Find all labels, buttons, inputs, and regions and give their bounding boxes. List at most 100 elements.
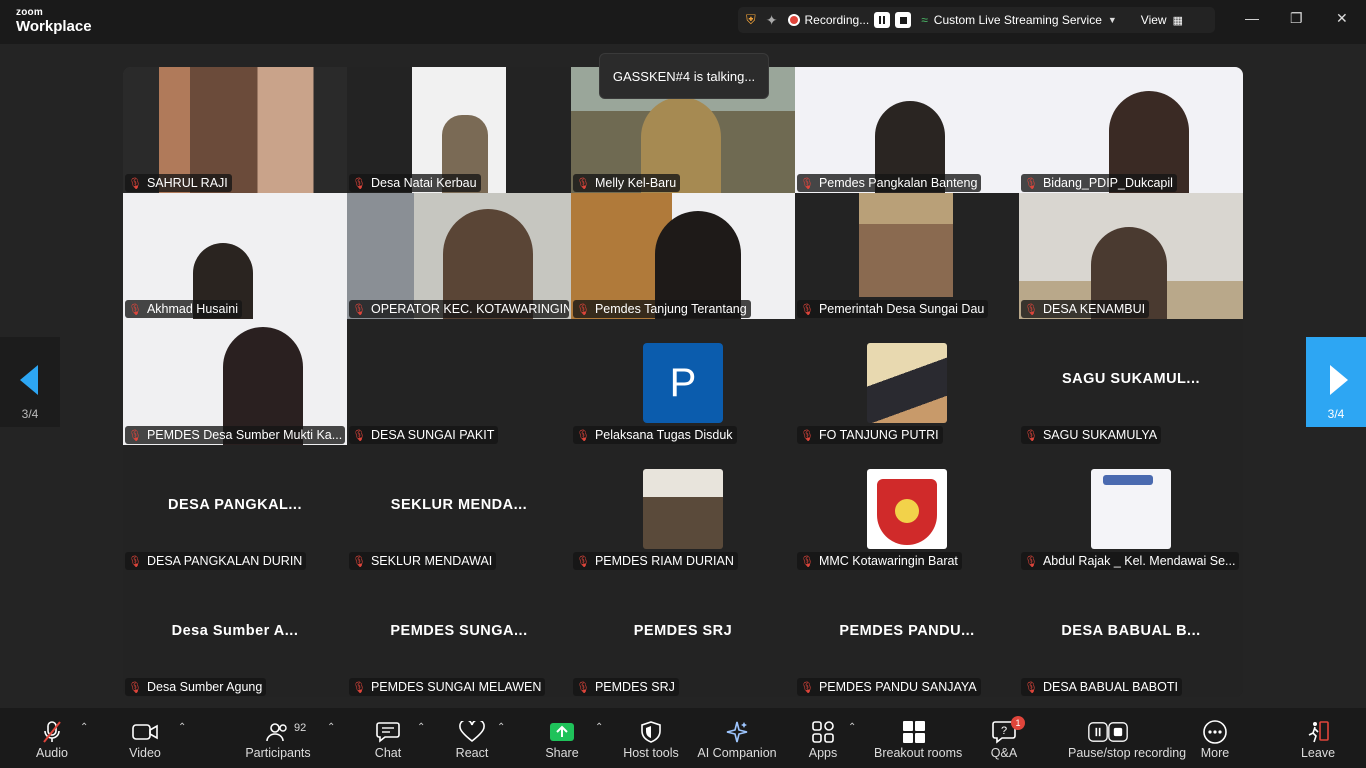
- muted-mic-icon: 🎙: [576, 555, 590, 568]
- more-button[interactable]: More: [1195, 708, 1235, 768]
- participants-options-icon[interactable]: ⌃: [327, 722, 335, 733]
- participants-button[interactable]: Participants: [245, 708, 311, 768]
- share-options-icon[interactable]: ⌃: [595, 722, 603, 733]
- participant-tile[interactable]: 🎙 DESA SUNGAI PAKIT: [347, 319, 571, 445]
- livestream-label[interactable]: Custom Live Streaming Service: [934, 13, 1102, 27]
- apps-icon: [812, 721, 834, 743]
- participant-name: Akhmad Husaini: [146, 302, 238, 316]
- ai-companion-label: AI Companion: [697, 746, 777, 760]
- audio-label: Audio: [36, 746, 68, 760]
- pause-stop-recording-button[interactable]: Pause/stop recording: [1068, 708, 1186, 768]
- participant-name: OPERATOR KEC. KOTAWARINGIN...: [370, 302, 569, 316]
- apps-label: Apps: [808, 746, 838, 760]
- livestream-icon: ≈: [921, 13, 928, 27]
- participant-tile[interactable]: P 🎙 Pelaksana Tugas Disduk: [571, 319, 795, 445]
- host-tools-label: Host tools: [623, 746, 679, 760]
- participant-tile[interactable]: 🎙 FO TANJUNG PUTRI: [795, 319, 1019, 445]
- chat-options-icon[interactable]: ⌃: [417, 722, 425, 733]
- participant-display-name: SEKLUR MENDA...: [390, 497, 528, 513]
- gallery-grid: 🎙 SAHRUL RAJI 🎙 Desa Natai Kerbau 🎙 Melly K…: [123, 67, 1243, 697]
- muted-mic-icon: 🎙: [128, 177, 142, 190]
- participant-tile[interactable]: Desa Sumber A... 🎙 Desa Sumber Agung: [123, 571, 347, 697]
- video-label: Video: [129, 746, 161, 760]
- title-bar: zoom Workplace ⛨ ✦ Recording... ≈ Custom…: [0, 0, 1366, 44]
- chat-label: Chat: [374, 746, 402, 760]
- participant-tile[interactable]: PEMDES SRJ 🎙 PEMDES SRJ: [571, 571, 795, 697]
- react-options-icon[interactable]: ⌃: [497, 722, 505, 733]
- participant-tile[interactable]: PEMDES PANDU... 🎙 PEMDES PANDU SANJAYA: [795, 571, 1019, 697]
- shield-icon[interactable]: ⛨: [746, 12, 756, 28]
- restore-icon[interactable]: ❐: [1290, 10, 1303, 27]
- video-button[interactable]: Video: [125, 708, 165, 768]
- participant-name: MMC Kotawaringin Barat: [818, 554, 958, 568]
- participant-tile[interactable]: 🎙 SAHRUL RAJI: [123, 67, 347, 193]
- participant-tile[interactable]: 🎙 Bidang_PDIP_Dukcapil: [1019, 67, 1243, 193]
- shield-icon: [641, 721, 661, 743]
- participant-tile[interactable]: 🎙 PEMDES RIAM DURIAN: [571, 445, 795, 571]
- participant-tile[interactable]: SEKLUR MENDA... 🎙 SEKLUR MENDAWAI: [347, 445, 571, 571]
- ai-sparkle-icon[interactable]: ✦: [766, 12, 778, 29]
- participant-tile[interactable]: 🎙 OPERATOR KEC. KOTAWARINGIN...: [347, 193, 571, 319]
- apps-options-icon[interactable]: ⌃: [848, 722, 856, 733]
- minimize-icon[interactable]: —: [1245, 10, 1259, 26]
- participant-name: Pemerintah Desa Sungai Dau: [818, 302, 985, 316]
- avatar: [867, 469, 947, 549]
- pause-stop-recording-label: Pause/stop recording: [1068, 746, 1187, 760]
- share-screen-icon: [550, 723, 574, 741]
- share-button[interactable]: Share: [542, 708, 582, 768]
- pause-recording-button[interactable]: [874, 12, 891, 28]
- close-icon[interactable]: ✕: [1336, 10, 1348, 27]
- host-tools-button[interactable]: Host tools: [623, 708, 679, 768]
- participant-name: PEMDES SUNGAI MELAWEN: [370, 680, 542, 694]
- participant-tile[interactable]: 🎙 Akhmad Husaini: [123, 193, 347, 319]
- participant-tile[interactable]: 🎙 Pemdes Tanjung Terantang: [571, 193, 795, 319]
- stop-recording-button[interactable]: [895, 12, 912, 28]
- chat-button[interactable]: Chat: [368, 708, 408, 768]
- participant-name: SAGU SUKAMULYA: [1042, 428, 1158, 442]
- participant-tile[interactable]: DESA PANGKAL... 🎙 DESA PANGKALAN DURIN: [123, 445, 347, 571]
- participant-name: DESA PANGKALAN DURIN: [146, 554, 303, 568]
- avatar: [643, 469, 723, 549]
- react-button[interactable]: React: [452, 708, 492, 768]
- svg-text:?: ?: [1001, 725, 1007, 737]
- audio-options-icon[interactable]: ⌃: [80, 722, 88, 733]
- participant-tile[interactable]: SAGU SUKAMUL... 🎙 SAGU SUKAMULYA: [1019, 319, 1243, 445]
- banner-logo: [1103, 475, 1153, 485]
- leave-icon: [1308, 721, 1329, 743]
- participant-tile[interactable]: 🎙 MMC Kotawaringin Barat: [795, 445, 1019, 571]
- participant-name: PEMDES Desa Sumber Mukti Ka...: [146, 428, 343, 442]
- participant-tile[interactable]: 🎙 Pemdes Pangkalan Banteng: [795, 67, 1019, 193]
- participants-count: 92: [294, 722, 307, 734]
- more-label: More: [1200, 746, 1230, 760]
- avatar: [867, 343, 947, 423]
- participant-tile[interactable]: DESA BABUAL B... 🎙 DESA BABUAL BABOTI: [1019, 571, 1243, 697]
- next-page-button[interactable]: 3/4: [1306, 337, 1366, 427]
- breakout-rooms-button[interactable]: Breakout rooms: [874, 708, 962, 768]
- pause-icon: [879, 16, 886, 24]
- participant-tile[interactable]: PEMDES SUNGA... 🎙 PEMDES SUNGAI MELAWEN: [347, 571, 571, 697]
- apps-button[interactable]: Apps: [803, 708, 843, 768]
- audio-button[interactable]: Audio: [32, 708, 72, 768]
- participant-tile[interactable]: 🎙 Pemerintah Desa Sungai Dau: [795, 193, 1019, 319]
- participant-tile[interactable]: 🎙 DESA KENAMBUI: [1019, 193, 1243, 319]
- chevron-down-icon[interactable]: ▼: [1108, 15, 1117, 25]
- muted-mic-icon: 🎙: [128, 303, 142, 316]
- view-button[interactable]: View: [1141, 13, 1167, 27]
- muted-mic-icon: 🎙: [800, 303, 814, 316]
- leave-button[interactable]: Leave: [1298, 708, 1338, 768]
- video-options-icon[interactable]: ⌃: [178, 722, 186, 733]
- page-indicator: 3/4: [1327, 407, 1345, 421]
- muted-mic-icon: 🎙: [128, 429, 142, 442]
- muted-mic-icon: 🎙: [352, 303, 366, 316]
- muted-mic-icon: 🎙: [800, 177, 814, 190]
- participant-tile[interactable]: 🎙 Abdul Rajak _ Kel. Mendawai Se...: [1019, 445, 1243, 571]
- participant-tile[interactable]: 🎙 Desa Natai Kerbau: [347, 67, 571, 193]
- recording-bar: ⛨ ✦ Recording... ≈ Custom Live Streaming…: [738, 7, 1215, 33]
- previous-page-button[interactable]: 3/4: [0, 337, 60, 427]
- emblem-center: [895, 499, 919, 523]
- avatar: [1091, 469, 1171, 549]
- ai-companion-button[interactable]: AI Companion: [697, 708, 777, 768]
- grid-view-icon[interactable]: ▦: [1173, 14, 1183, 27]
- qa-badge: 1: [1011, 716, 1025, 730]
- participant-tile[interactable]: 🎙 PEMDES Desa Sumber Mukti Ka...: [123, 319, 347, 445]
